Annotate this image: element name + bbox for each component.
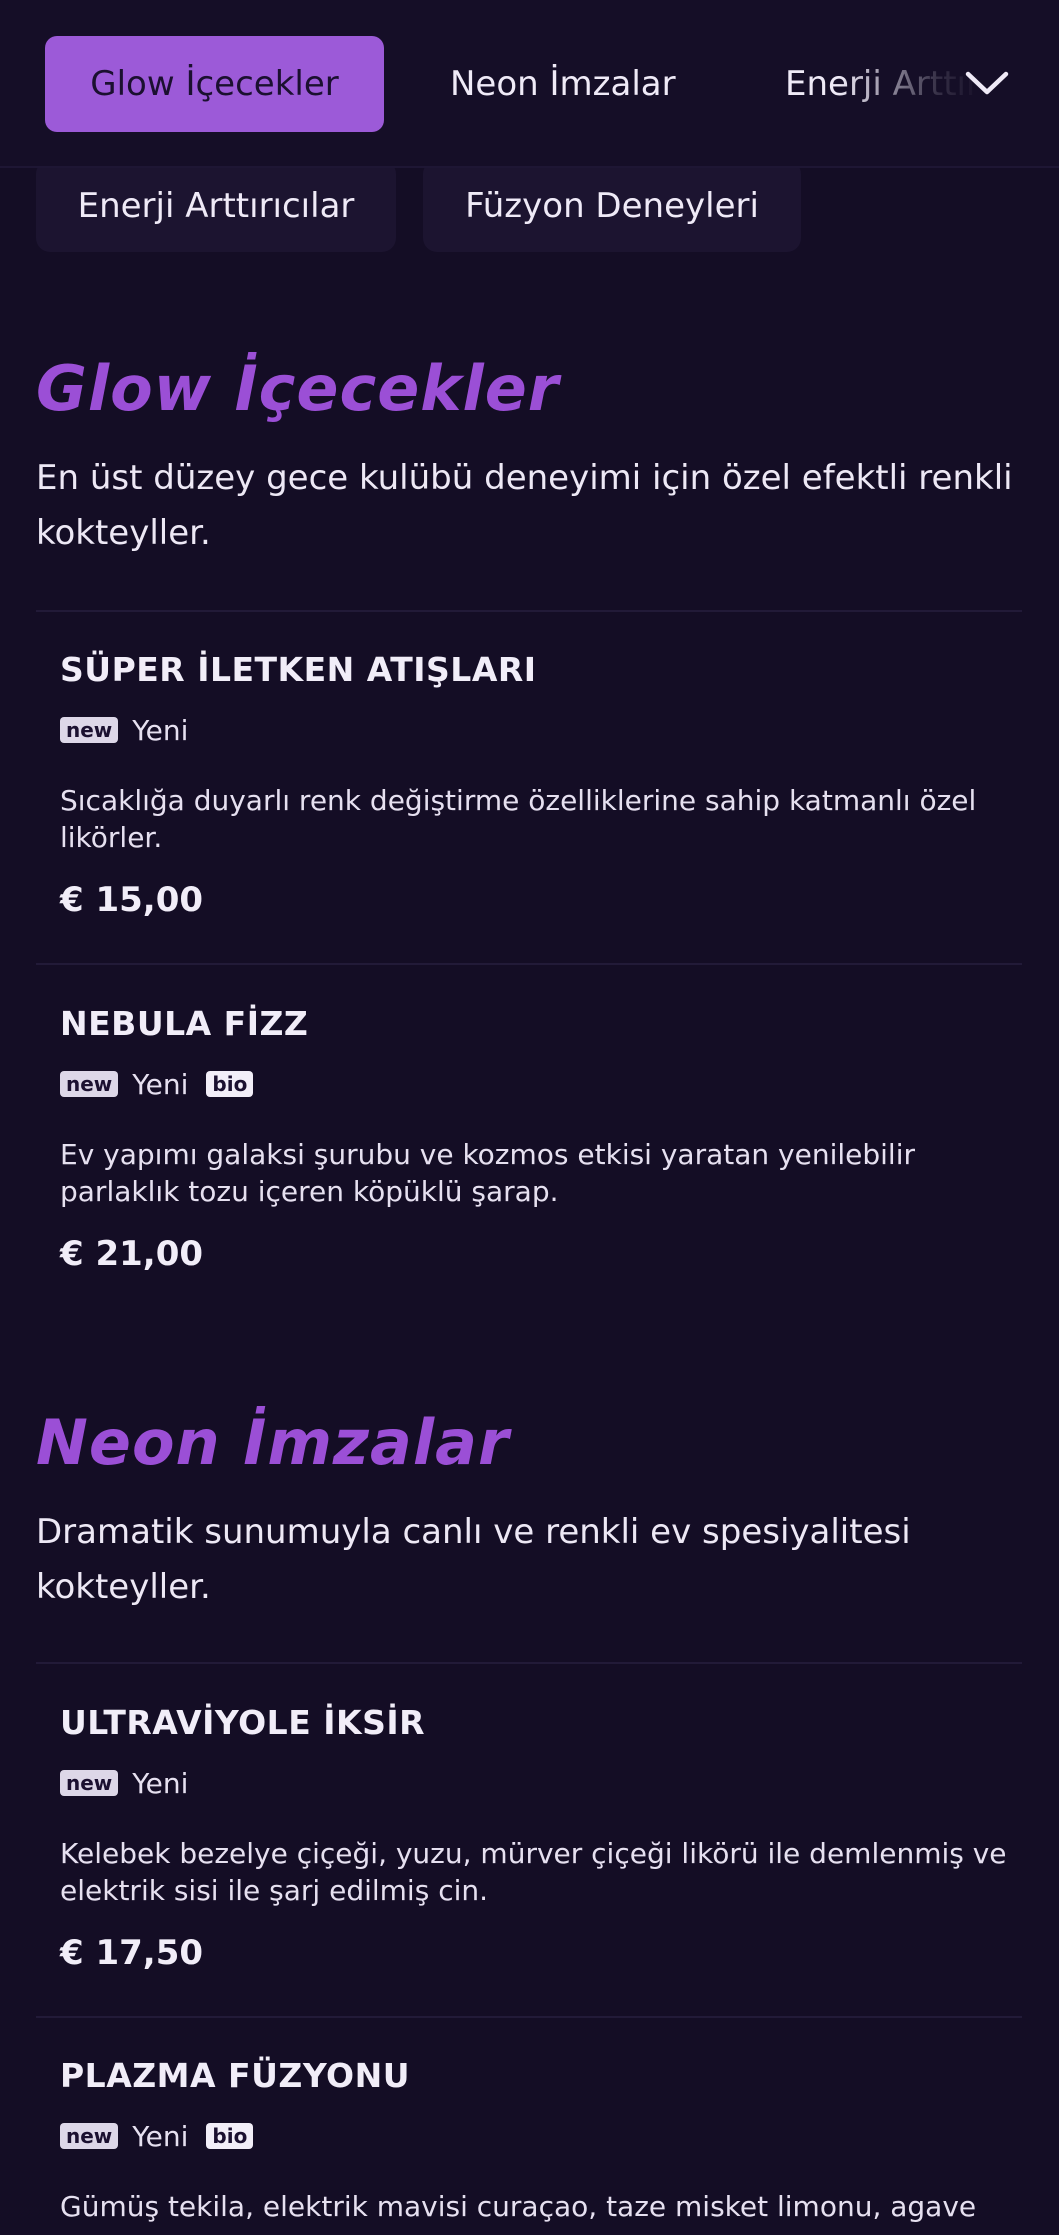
new-badge: new [60, 1770, 119, 1796]
tag-label: Yeni [132, 1067, 189, 1101]
item-tags: new Yeni bio [60, 2118, 254, 2154]
item-description: Gümüş tekila, elektrik mavisi curaçao, t… [60, 2190, 977, 2223]
new-badge: new [60, 1071, 119, 1097]
section-description: Dramatik sunumuyla canlı ve renkli ev sp… [36, 1512, 911, 1607]
item-tags: new Yeni [60, 712, 188, 748]
bio-badge: bio [206, 2123, 254, 2149]
item-name: NEBULA FİZZ [60, 1004, 309, 1043]
item-tags: new Yeni bio [60, 1066, 254, 1102]
item-name: SÜPER İLETKEN ATIŞLARI [60, 650, 537, 689]
item-name: PLAZMA FÜZYONU [60, 2056, 411, 2095]
divider [36, 963, 1022, 965]
divider [36, 2016, 1022, 2018]
section-title: Neon İmzalar [36, 1406, 510, 1479]
bio-badge: bio [206, 1071, 254, 1097]
tag-label: Yeni [132, 713, 189, 747]
item-description: Kelebek bezelye çiçeği, yuzu, mürver çiç… [60, 1837, 1007, 1907]
item-tags: new Yeni [60, 1765, 188, 1801]
section-title: Glow İçecekler [36, 352, 560, 425]
item-price: € 15,00 [60, 880, 204, 920]
item-name: ULTRAVİYOLE İKSİR [60, 1703, 426, 1742]
tab-neon-imzalar[interactable]: Neon İmzalar [450, 36, 676, 132]
tag-label: Yeni [132, 1766, 189, 1800]
tag-label: Yeni [132, 2119, 189, 2153]
new-badge: new [60, 717, 119, 743]
pill-fuzyon-deneyleri[interactable]: Füzyon Deneyleri [423, 160, 801, 252]
divider [36, 610, 1022, 612]
category-nav: Glow İçecekler Neon İmzalar Enerji Arttı… [0, 0, 1059, 168]
tab-glow-icecekler[interactable]: Glow İçecekler [45, 36, 384, 132]
item-description: Sıcaklığa duyarlı renk değiştirme özelli… [60, 784, 977, 854]
pill-enerji-arttiricilar[interactable]: Enerji Arttırıcılar [36, 160, 396, 252]
new-badge: new [60, 2123, 119, 2149]
chevron-down-icon[interactable] [962, 58, 1012, 108]
section-description: En üst düzey gece kulübü deneyimi için ö… [36, 458, 1013, 553]
divider [36, 1662, 1022, 1664]
item-description: Ev yapımı galaksi şurubu ve kozmos etkis… [60, 1138, 915, 1208]
tab-enerji-arttiricilar[interactable]: Enerji Arttırıcılar [785, 36, 1059, 132]
item-price: € 17,50 [60, 1933, 204, 1973]
item-price: € 21,00 [60, 1234, 204, 1274]
